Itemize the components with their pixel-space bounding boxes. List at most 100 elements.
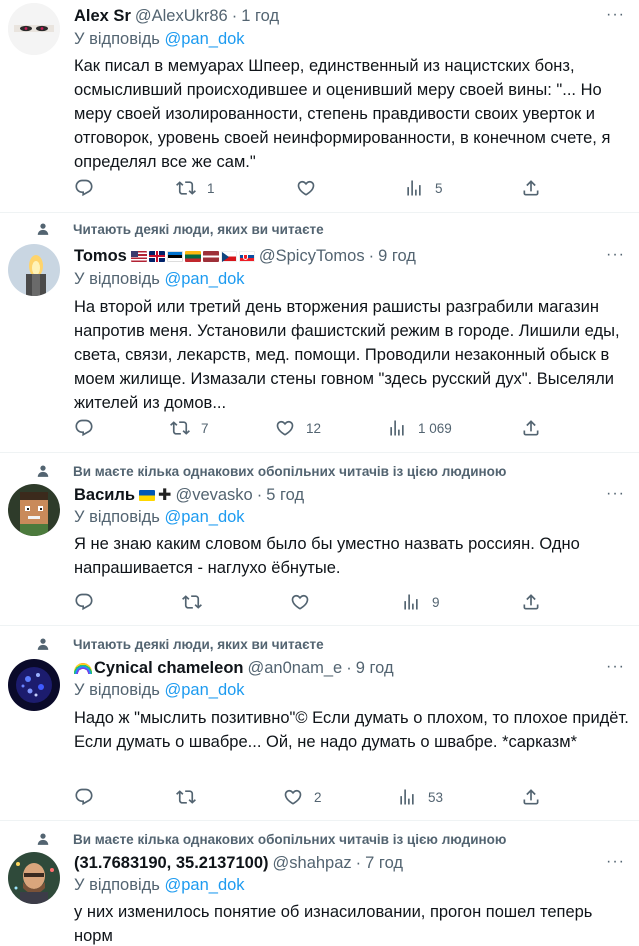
user-handle[interactable]: @shahpaz bbox=[273, 854, 352, 873]
timestamp[interactable]: 1 год bbox=[241, 7, 279, 26]
tweet-text: Надо ж "мыслить позитивно"© Если думать … bbox=[74, 709, 629, 751]
avatar[interactable] bbox=[8, 244, 60, 296]
reply-button[interactable] bbox=[74, 416, 105, 440]
share-button[interactable] bbox=[521, 590, 541, 614]
reply-context: У відповідь @pan_dok bbox=[74, 30, 245, 52]
like-button[interactable] bbox=[296, 176, 327, 200]
more-options-icon[interactable]: ··· bbox=[606, 658, 625, 676]
display-name[interactable]: Tomos bbox=[74, 247, 127, 266]
tweet-header: (31.7683190, 35.2137100) @shahpaz · 7 го… bbox=[74, 851, 403, 875]
flag-cz-icon bbox=[220, 250, 237, 262]
views-button[interactable]: 1 069 bbox=[387, 416, 452, 440]
flag-sk-icon bbox=[238, 250, 255, 262]
user-handle[interactable]: @SpicyTomos bbox=[259, 247, 365, 266]
views-button[interactable]: 53 bbox=[397, 785, 443, 809]
retweet-icon bbox=[182, 592, 202, 612]
separator-dot: · bbox=[256, 485, 263, 504]
social-context: Читають деякі люди, яких ви читаєте bbox=[31, 220, 324, 238]
more-options-icon[interactable]: ··· bbox=[606, 485, 625, 503]
reply-context: У відповідь @pan_dok bbox=[74, 270, 245, 292]
views-button[interactable]: 9 bbox=[401, 590, 440, 614]
display-name[interactable]: Alex Sr bbox=[74, 7, 131, 26]
like-count: 2 bbox=[314, 789, 322, 805]
retweet-count: 7 bbox=[201, 420, 209, 436]
timestamp[interactable]: 5 год bbox=[266, 486, 304, 505]
reply-button[interactable] bbox=[74, 176, 105, 200]
retweet-button[interactable]: 1 bbox=[176, 176, 215, 200]
cross-icon: ✚ bbox=[158, 487, 172, 504]
tweet[interactable]: Читають деякі люди, яких ви читаєте Cyni… bbox=[0, 627, 639, 821]
like-button[interactable]: 2 bbox=[283, 785, 322, 809]
tweet[interactable]: Ви маєте кілька однакових обопільних чит… bbox=[0, 822, 639, 946]
views-icon bbox=[387, 418, 407, 438]
mention-link[interactable]: @pan_dok bbox=[165, 30, 245, 48]
heart-icon bbox=[296, 178, 316, 198]
like-button[interactable]: 12 bbox=[275, 416, 321, 440]
reply-context: У відповідь @pan_dok bbox=[74, 508, 245, 530]
avatar[interactable] bbox=[8, 484, 60, 536]
action-bar: 2 53 bbox=[74, 785, 554, 809]
timestamp[interactable]: 9 год bbox=[356, 659, 394, 678]
avatar[interactable] bbox=[8, 852, 60, 904]
action-bar: 1 5 bbox=[74, 176, 554, 200]
more-options-icon[interactable]: ··· bbox=[606, 853, 625, 871]
avatar-image bbox=[8, 484, 60, 536]
more-options-icon[interactable]: ··· bbox=[606, 246, 625, 264]
retweet-icon bbox=[176, 787, 196, 807]
display-name[interactable]: Cynical chameleon bbox=[94, 659, 243, 678]
person-icon bbox=[31, 222, 55, 236]
display-name[interactable]: Василь bbox=[74, 486, 135, 505]
reply-prefix: У відповідь bbox=[74, 681, 160, 699]
more-options-icon[interactable]: ··· bbox=[606, 6, 625, 24]
social-context: Ви маєте кілька однакових обопільних чит… bbox=[31, 830, 506, 848]
action-bar: 9 bbox=[74, 590, 554, 614]
tweet-text: Как писал в мемуарах Шпеер, единственный… bbox=[74, 57, 611, 171]
like-count: 12 bbox=[306, 420, 322, 436]
tweet[interactable]: Alex Sr @AlexUkr86 · 1 год ··· У відпові… bbox=[0, 0, 639, 213]
avatar-image bbox=[8, 852, 60, 904]
flag-ee-icon bbox=[166, 250, 183, 262]
tweet[interactable]: Ви маєте кілька однакових обопільних чит… bbox=[0, 454, 639, 626]
reply-prefix: У відповідь bbox=[74, 30, 160, 48]
tweet[interactable]: Читають деякі люди, яких ви читаєте Tomo… bbox=[0, 214, 639, 453]
reply-prefix: У відповідь bbox=[74, 508, 160, 526]
user-handle[interactable]: @vevasko bbox=[175, 486, 252, 505]
avatar-image bbox=[8, 244, 60, 296]
timestamp[interactable]: 7 год bbox=[365, 854, 403, 873]
display-name[interactable]: (31.7683190, 35.2137100) bbox=[74, 854, 269, 873]
views-button[interactable]: 5 bbox=[404, 176, 443, 200]
retweet-count: 1 bbox=[207, 180, 215, 196]
user-handle[interactable]: @an0nam_e bbox=[247, 659, 342, 678]
avatar[interactable] bbox=[8, 3, 60, 55]
retweet-button[interactable] bbox=[182, 590, 213, 614]
retweet-button[interactable]: 7 bbox=[170, 416, 209, 440]
timestamp[interactable]: 9 год bbox=[378, 247, 416, 266]
flag-emojis bbox=[130, 250, 255, 262]
reply-button[interactable] bbox=[74, 590, 105, 614]
like-button[interactable] bbox=[290, 590, 321, 614]
share-button[interactable] bbox=[521, 785, 541, 809]
separator-dot: · bbox=[231, 6, 238, 25]
mention-link[interactable]: @pan_dok bbox=[165, 681, 245, 699]
tweet-text: На второй или третий день вторжения раши… bbox=[74, 298, 620, 412]
person-icon bbox=[31, 832, 55, 846]
share-button[interactable] bbox=[521, 416, 541, 440]
reply-icon bbox=[74, 592, 94, 612]
mention-link[interactable]: @pan_dok bbox=[165, 508, 245, 526]
retweet-button[interactable] bbox=[176, 785, 207, 809]
user-handle[interactable]: @AlexUkr86 bbox=[135, 7, 228, 26]
social-context-text: Читають деякі люди, яких ви читаєте bbox=[73, 636, 324, 652]
share-button[interactable] bbox=[521, 176, 541, 200]
reply-button[interactable] bbox=[74, 785, 105, 809]
mention-link[interactable]: @pan_dok bbox=[165, 876, 245, 894]
reply-context: У відповідь @pan_dok bbox=[74, 681, 245, 703]
heart-icon bbox=[275, 418, 295, 438]
separator-dot: · bbox=[346, 658, 352, 677]
views-count: 9 bbox=[432, 594, 440, 610]
mention-link[interactable]: @pan_dok bbox=[165, 270, 245, 288]
flag-uk-icon bbox=[148, 250, 165, 262]
person-icon bbox=[31, 464, 55, 478]
heart-icon bbox=[283, 787, 303, 807]
avatar[interactable] bbox=[8, 659, 60, 711]
reply-icon bbox=[74, 178, 94, 198]
